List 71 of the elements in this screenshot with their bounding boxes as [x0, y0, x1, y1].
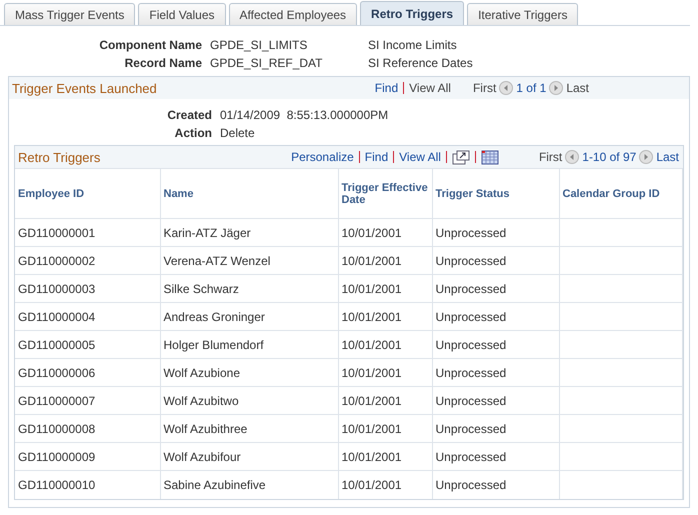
tab[interactable]: Mass Trigger Events: [4, 3, 136, 25]
range-text: 1 of 1: [516, 81, 546, 95]
table-cell: GD110000008: [15, 414, 160, 442]
table-cell: 10/01/2001: [338, 442, 432, 470]
table-cell: Unprocessed: [432, 246, 559, 274]
table-cell: Wolf Azubitwo: [160, 386, 338, 414]
table-cell: Unprocessed: [432, 470, 559, 498]
table-cell: GD110000007: [15, 386, 160, 414]
tab[interactable]: Iterative Triggers: [467, 3, 578, 25]
table-cell: Wolf Azubione: [160, 358, 338, 386]
table-cell: 10/01/2001: [338, 358, 432, 386]
panel-title: Trigger Events Launched: [12, 80, 158, 96]
table-cell: Karin-ATZ Jäger: [160, 218, 338, 246]
last-link[interactable]: Last: [656, 150, 679, 164]
toolbar-link[interactable]: Personalize: [291, 150, 354, 164]
field-value: 01/14/2009 8:55:13.000000PM: [220, 108, 390, 122]
table-cell: 10/01/2001: [338, 218, 432, 246]
field-value: GPDE_SI_REF_DAT: [210, 56, 324, 70]
table-cell: 10/01/2001: [338, 414, 432, 442]
field-label: Record Name: [124, 56, 202, 70]
column-header[interactable]: Calendar Group ID: [559, 168, 682, 218]
field-label: Created: [166, 108, 212, 122]
tab[interactable]: Retro Triggers: [360, 1, 464, 25]
table-cell: Silke Schwarz: [160, 274, 338, 302]
table-cell: Unprocessed: [432, 442, 559, 470]
field-label: Component Name: [98, 38, 202, 52]
table-cell: Wolf Azubithree: [160, 414, 338, 442]
table-cell: 10/01/2001: [338, 302, 432, 330]
table-cell: GD110000009: [15, 442, 160, 470]
column-header[interactable]: Trigger Status: [432, 168, 559, 218]
spreadsheet-icon[interactable]: [480, 150, 499, 164]
table-cell: Holger Blumendorf: [160, 330, 338, 358]
tab[interactable]: Affected Employees: [228, 3, 358, 25]
table-cell: GD110000006: [15, 358, 160, 386]
toolbar-link[interactable]: Find: [374, 81, 398, 95]
field-description: SI Reference Dates: [368, 56, 474, 70]
column-header[interactable]: Name: [160, 168, 338, 218]
table-cell: Unprocessed: [432, 274, 559, 302]
table-cell: 10/01/2001: [338, 386, 432, 414]
toolbar-link[interactable]: Find: [364, 150, 388, 164]
table-cell: Unprocessed: [432, 302, 559, 330]
table-cell: Unprocessed: [432, 358, 559, 386]
table-cell: Unprocessed: [432, 218, 559, 246]
field-label: Action: [174, 126, 212, 140]
table-cell: Andreas Groninger: [160, 302, 338, 330]
table-cell: Unprocessed: [432, 386, 559, 414]
table-cell: Unprocessed: [432, 414, 559, 442]
table-cell: 10/01/2001: [338, 330, 432, 358]
table-cell: Wolf Azubifour: [160, 442, 338, 470]
column-header[interactable]: Trigger Effective Date: [338, 168, 432, 218]
field-value: Delete: [220, 126, 256, 140]
table-cell: GD110000002: [15, 246, 160, 274]
toolbar-link[interactable]: View All: [399, 150, 441, 164]
table-cell: GD110000004: [15, 302, 160, 330]
table-cell: GD110000001: [15, 218, 160, 246]
range-text: 1-10 of 97: [582, 150, 636, 164]
field-description: SI Income Limits: [368, 38, 458, 52]
table-cell: 10/01/2001: [338, 246, 432, 274]
table-cell: Sabine Azubinefive: [160, 470, 338, 498]
tab[interactable]: Field Values: [138, 3, 226, 25]
table-cell: GD110000005: [15, 330, 160, 358]
new-window-icon[interactable]: [452, 150, 470, 164]
table-cell: GD110000010: [15, 470, 160, 498]
table-cell: Verena-ATZ Wenzel: [160, 246, 338, 274]
column-header[interactable]: Employee ID: [15, 168, 160, 218]
field-value: GPDE_SI_LIMITS: [210, 38, 308, 52]
table-cell: GD110000003: [15, 274, 160, 302]
table-cell: 10/01/2001: [338, 274, 432, 302]
grid-title: Retro Triggers: [18, 150, 102, 164]
table-cell: Unprocessed: [432, 330, 559, 358]
table-cell: 10/01/2001: [338, 470, 432, 498]
